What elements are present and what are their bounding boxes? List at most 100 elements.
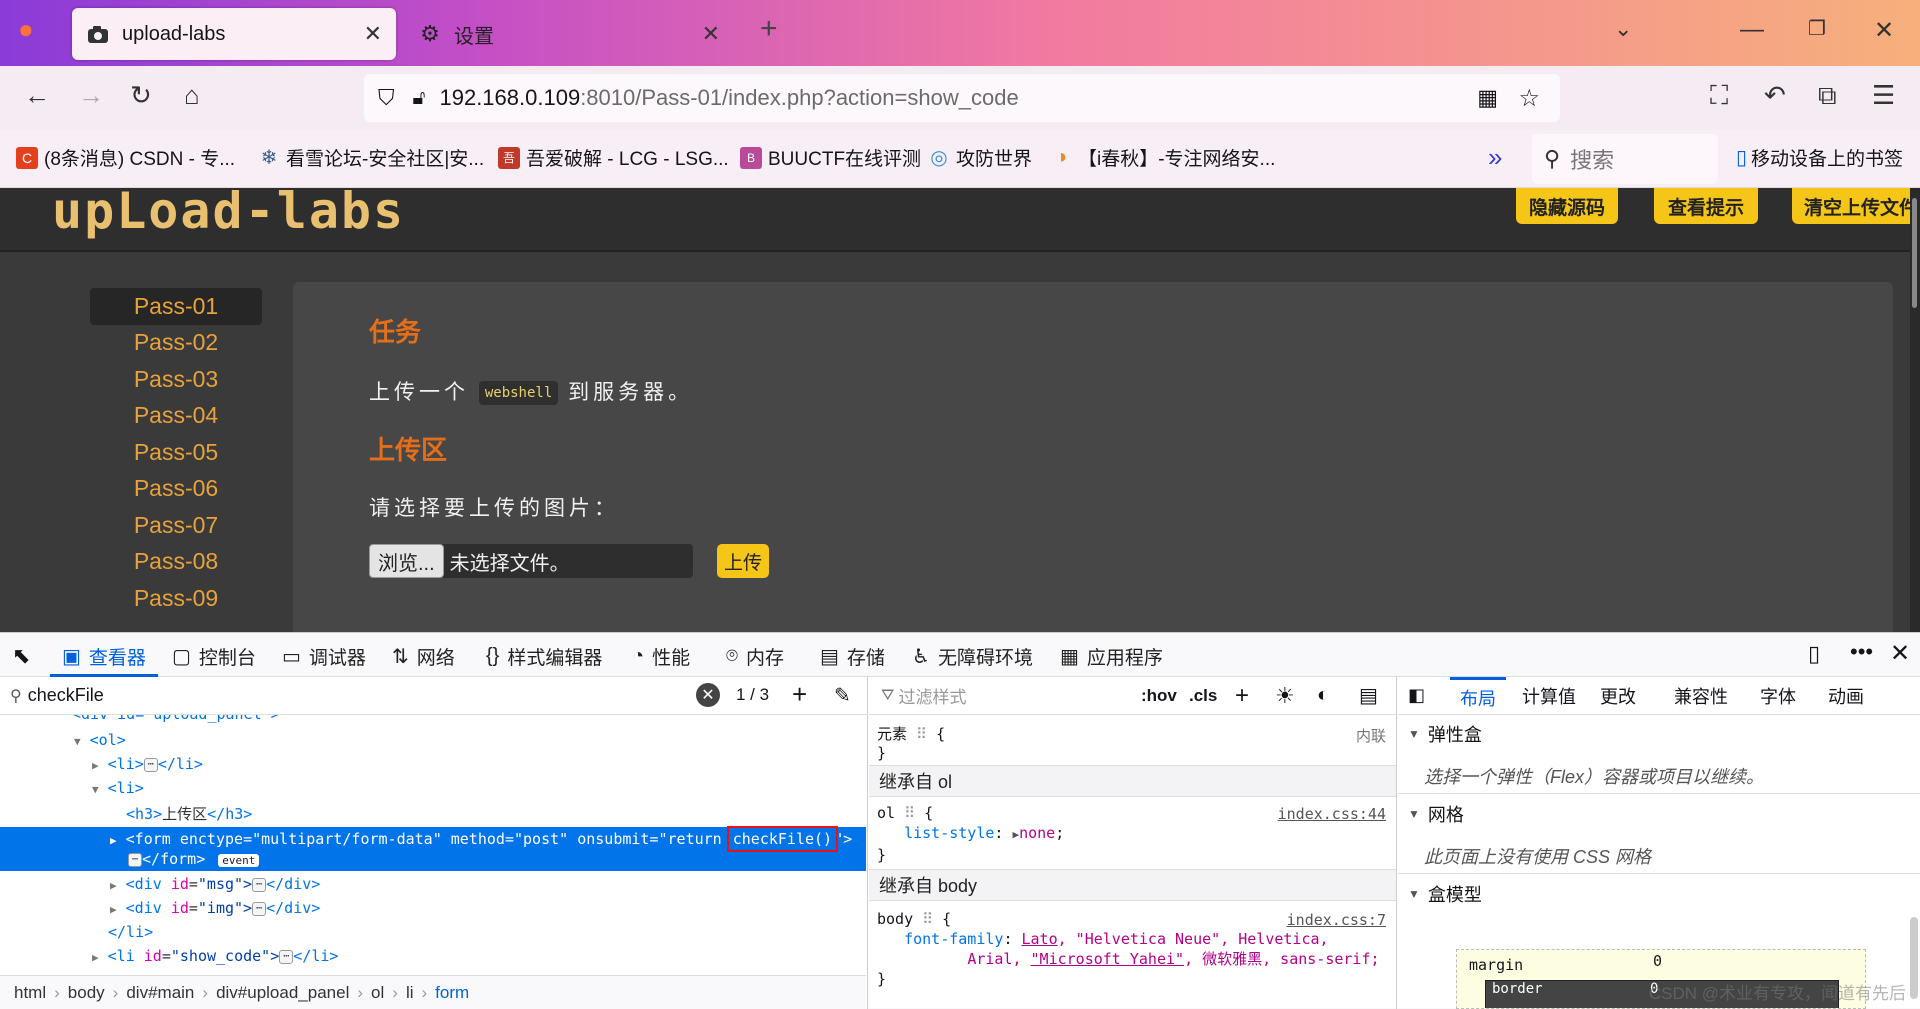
tab-debugger[interactable]: ▭ 调试器 <box>282 643 366 670</box>
browse-button[interactable]: 浏览... <box>369 544 444 578</box>
cls-toggle[interactable]: .cls <box>1189 686 1217 706</box>
expand-twisty-icon[interactable]: ▼ <box>92 783 99 796</box>
toggle-pane-icon[interactable]: ◧ <box>1408 685 1425 706</box>
sidebar-item-pass-07[interactable]: Pass-07 <box>90 507 262 544</box>
inspector-search[interactable]: ⚲ checkFile ✕ 1 / 3 + ✎ <box>0 677 868 715</box>
tree-node-h3[interactable]: <h3>上传区</h3> <box>0 803 866 827</box>
back-icon[interactable]: ← <box>24 80 50 111</box>
tab-animations[interactable]: 动画 <box>1828 683 1864 709</box>
tab-compatibility[interactable]: 兼容性 <box>1674 683 1728 709</box>
tree-node-li-show-code[interactable]: ▶ <li id="show_code"> ⋯ </li> <box>0 947 866 971</box>
dock-mode-icon[interactable]: ▯ <box>1808 641 1820 667</box>
breadcrumb-html[interactable]: html <box>14 983 46 1003</box>
clear-search-icon[interactable]: ✕ <box>696 683 720 707</box>
tab-inspector[interactable]: ▣ 查看器 <box>62 643 146 670</box>
eyedropper-icon[interactable]: ✎ <box>834 683 851 708</box>
breadcrumb-li[interactable]: li <box>406 983 414 1003</box>
hov-toggle[interactable]: :hov <box>1141 686 1177 706</box>
collapsed-dots-icon[interactable]: ⋯ <box>279 949 294 964</box>
close-tab-icon[interactable]: ✕ <box>702 21 720 47</box>
scrollbar-thumb[interactable] <box>1912 198 1917 308</box>
expand-twisty-icon[interactable]: ▶ <box>110 879 117 892</box>
expand-twisty-icon[interactable]: ▶ <box>110 903 117 916</box>
ol-rule[interactable]: ol ⠿ { list-style: ▶none;} <box>877 803 1064 865</box>
tree-node-div-img[interactable]: ▶ <div id="img"> ⋯ </div> <box>0 899 866 923</box>
bookmark-kanxue[interactable]: ❄ 看雪论坛-安全社区|安... <box>258 144 485 171</box>
css-value[interactable]: none <box>1019 824 1055 842</box>
tree-node-ol[interactable]: ▼ <ol> <box>0 731 866 755</box>
tree-node-div-msg[interactable]: ▶ <div id="msg"> ⋯ </div> <box>0 875 866 899</box>
css-value[interactable]: Lato <box>1022 930 1058 948</box>
bookmark-adworld[interactable]: ◎ 攻防世界 <box>928 144 1032 171</box>
sidebar-item-pass-03[interactable]: Pass-03 <box>90 361 262 398</box>
url-bar[interactable]: ⛉ 🔓︎ 192.168.0.109 :8010/Pass-01/index.p… <box>364 74 1560 122</box>
css-value[interactable]: "Microsoft Yahei" <box>1031 950 1185 968</box>
minimize-icon[interactable]: — <box>1740 16 1764 44</box>
tab-performance[interactable]: ◔ 性能 <box>632 643 690 670</box>
tab-application[interactable]: ▦ 应用程序 <box>1060 643 1163 670</box>
home-icon[interactable]: ⌂ <box>184 80 200 111</box>
clear-uploads-button[interactable]: 清空上传文件 <box>1792 188 1920 224</box>
add-rule-icon[interactable]: + <box>1235 682 1249 710</box>
css-property[interactable]: list-style <box>904 824 994 842</box>
extensions-icon[interactable]: ⧉ <box>1818 80 1837 112</box>
css-property[interactable]: font-family <box>904 930 1003 948</box>
reload-icon[interactable]: ↻ <box>130 80 152 111</box>
tree-node-li[interactable]: ▶ <li> ⋯ </li> <box>0 755 866 779</box>
sidebar-item-pass-02[interactable]: Pass-02 <box>90 325 262 362</box>
view-hint-button[interactable]: 查看提示 <box>1654 188 1758 224</box>
breadcrumb-form[interactable]: form <box>435 983 469 1003</box>
collapsed-dots-icon[interactable]: ⋯ <box>128 852 143 867</box>
light-scheme-icon[interactable]: ☀ <box>1275 683 1295 709</box>
insecure-lock-icon[interactable]: 🔓︎ <box>413 87 426 110</box>
page-scrollbar[interactable] <box>1910 188 1920 632</box>
more-options-icon[interactable]: ••• <box>1850 639 1873 665</box>
breadcrumb-ol[interactable]: ol <box>371 983 384 1003</box>
mobile-bookmarks[interactable]: ▯ 移动设备上的书签 <box>1736 144 1903 171</box>
hide-source-button[interactable]: 隐藏源码 <box>1516 188 1618 224</box>
element-rule[interactable]: 元素 ⠿ {} <box>877 723 945 762</box>
shield-icon[interactable]: ⛉ <box>378 85 395 111</box>
restore-icon[interactable]: ❐ <box>1808 16 1826 41</box>
breadcrumb-div-upload-panel[interactable]: div#upload_panel <box>216 983 349 1003</box>
firefox-logo-icon[interactable]: ● <box>18 14 34 45</box>
bookmark-csdn[interactable]: C (8条消息) CSDN - 专... <box>16 144 235 171</box>
tab-computed[interactable]: 计算值 <box>1522 683 1576 709</box>
tab-memory[interactable]: ⌾ 内存 <box>726 643 784 670</box>
bookmark-buuctf[interactable]: B BUUCTF在线评测 <box>740 144 921 171</box>
tab-settings[interactable]: ⚙ 设置 ✕ <box>404 8 734 60</box>
tab-console[interactable]: ▢ 控制台 <box>172 643 256 670</box>
tab-upload-labs[interactable]: upload-labs ✕ <box>72 8 396 60</box>
grid-section-header[interactable]: ▼ 网格 <box>1408 801 1464 827</box>
flexbox-section-header[interactable]: ▼ 弹性盒 <box>1408 721 1482 747</box>
tree-node-li-close[interactable]: </li> <box>0 923 866 947</box>
sidebar-item-pass-09[interactable]: Pass-09 <box>90 580 262 617</box>
sidebar-item-pass-06[interactable]: Pass-06 <box>90 471 262 508</box>
filter-styles-input[interactable]: 过滤样式 <box>898 683 966 708</box>
tab-network[interactable]: ⇅ 网络 <box>392 643 455 670</box>
box-model-section-header[interactable]: ▼ 盒模型 <box>1408 881 1482 907</box>
screenshot-icon[interactable]: ⛶ <box>1710 80 1728 112</box>
qr-code-icon[interactable]: ▦ <box>1477 85 1498 111</box>
sidebar-item-pass-01[interactable]: Pass-01 <box>90 288 262 325</box>
list-all-tabs-icon[interactable]: ⌄ <box>1614 16 1632 42</box>
expand-twisty-icon[interactable]: ▶ <box>92 759 99 772</box>
dark-scheme-icon[interactable]: ◐ <box>1317 684 1329 707</box>
expand-twisty-icon[interactable]: ▼ <box>74 735 81 748</box>
css-value[interactable]: Arial, <box>967 950 1030 968</box>
tab-fonts[interactable]: 字体 <box>1760 683 1796 709</box>
print-media-icon[interactable]: ▤ <box>1359 683 1378 708</box>
site-logo[interactable]: upLoad-labs <box>52 188 405 240</box>
element-picker-icon[interactable]: ⬉ <box>12 643 30 669</box>
breadcrumb-div-main[interactable]: div#main <box>126 983 194 1003</box>
margin-value[interactable]: 0 <box>1653 952 1662 970</box>
tree-node-li-open[interactable]: ▼ <li> <box>0 779 866 803</box>
new-tab-icon[interactable]: + <box>760 12 778 46</box>
tab-style-editor[interactable]: {} 样式编辑器 <box>486 643 602 670</box>
ol-source-link[interactable]: index.css:44 <box>1278 805 1386 823</box>
collapsed-dots-icon[interactable]: ⋯ <box>252 901 267 916</box>
search-box[interactable]: ⚲ 搜索 <box>1532 134 1718 184</box>
undo-icon[interactable]: ↶ <box>1764 80 1786 111</box>
add-node-icon[interactable]: + <box>792 679 807 710</box>
upload-button[interactable]: 上传 <box>717 544 769 578</box>
